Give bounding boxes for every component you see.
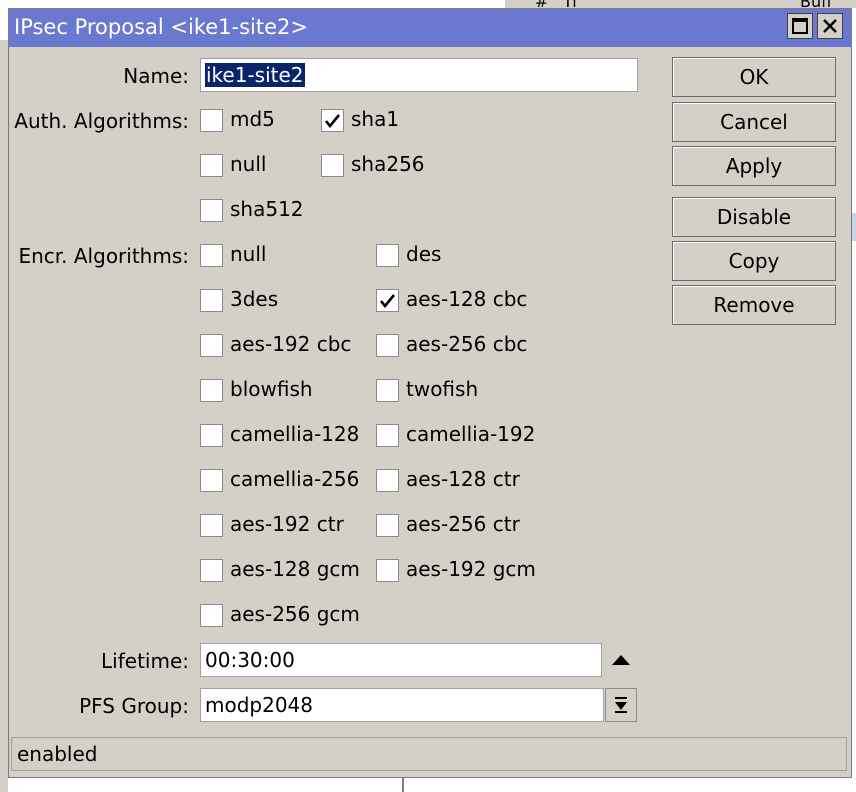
encr-checkbox[interactable] bbox=[376, 244, 399, 267]
checkmark-icon bbox=[379, 294, 396, 308]
encr-checkbox[interactable] bbox=[200, 379, 223, 402]
auth-option-label: null bbox=[230, 152, 267, 176]
auth-option-label: sha256 bbox=[351, 152, 425, 176]
maximize-button[interactable] bbox=[787, 13, 813, 39]
encr-option-label: des bbox=[406, 242, 442, 266]
encr-checkbox[interactable] bbox=[376, 289, 399, 312]
encr-option-label: camellia-192 bbox=[406, 422, 536, 446]
encr-algorithms-label: Encr. Algorithms: bbox=[18, 244, 189, 268]
status-bar: enabled bbox=[11, 737, 847, 771]
pfs-group-label: PFS Group: bbox=[79, 694, 189, 718]
encr-checkbox[interactable] bbox=[376, 559, 399, 582]
encr-option-label: aes-128 ctr bbox=[406, 467, 520, 491]
apply-button[interactable]: Apply bbox=[672, 146, 836, 186]
name-value: ike1-site2 bbox=[205, 63, 305, 87]
pfs-group-select[interactable]: modp2048 bbox=[200, 688, 604, 722]
collapse-up-icon bbox=[612, 655, 630, 665]
auth-checkbox[interactable] bbox=[200, 109, 223, 132]
lifetime-input[interactable]: 00:30:00 bbox=[200, 643, 602, 677]
copy-button[interactable]: Copy bbox=[672, 241, 836, 281]
encr-option-label: null bbox=[230, 242, 267, 266]
background-window-left bbox=[0, 40, 8, 792]
window-title: IPsec Proposal <ike1-site2> bbox=[14, 15, 308, 39]
auth-algorithms-label: Auth. Algorithms: bbox=[14, 109, 189, 133]
auth-option-label: md5 bbox=[230, 107, 275, 131]
encr-option-label: camellia-256 bbox=[230, 467, 360, 491]
encr-option-label: aes-128 gcm bbox=[230, 557, 360, 581]
name-input[interactable]: ike1-site2 bbox=[200, 58, 638, 92]
ipsec-proposal-dialog: IPsec Proposal <ike1-site2> Name: ike1-s… bbox=[8, 8, 852, 778]
remove-button[interactable]: Remove bbox=[672, 285, 836, 325]
background-divider bbox=[402, 778, 404, 792]
auth-checkbox[interactable] bbox=[200, 154, 223, 177]
auth-checkbox[interactable] bbox=[200, 199, 223, 222]
auth-checkbox[interactable] bbox=[321, 154, 344, 177]
disable-button[interactable]: Disable bbox=[672, 197, 836, 237]
encr-checkbox[interactable] bbox=[376, 424, 399, 447]
lifetime-collapse-button[interactable] bbox=[605, 643, 637, 677]
encr-checkbox[interactable] bbox=[376, 514, 399, 537]
encr-checkbox[interactable] bbox=[200, 424, 223, 447]
encr-checkbox[interactable] bbox=[200, 514, 223, 537]
name-label: Name: bbox=[123, 64, 189, 88]
encr-option-label: aes-256 cbc bbox=[406, 332, 528, 356]
encr-option-label: aes-192 ctr bbox=[230, 512, 344, 536]
dropdown-icon bbox=[615, 697, 627, 713]
cancel-button[interactable]: Cancel bbox=[672, 102, 836, 142]
auth-checkbox[interactable] bbox=[321, 109, 344, 132]
checkmark-icon bbox=[324, 114, 341, 128]
encr-checkbox[interactable] bbox=[200, 244, 223, 267]
auth-option-label: sha1 bbox=[351, 107, 400, 131]
encr-checkbox[interactable] bbox=[200, 469, 223, 492]
encr-checkbox[interactable] bbox=[200, 559, 223, 582]
encr-checkbox[interactable] bbox=[376, 469, 399, 492]
encr-checkbox[interactable] bbox=[200, 334, 223, 357]
encr-option-label: aes-192 gcm bbox=[406, 557, 536, 581]
encr-checkbox[interactable] bbox=[200, 289, 223, 312]
encr-option-label: aes-256 gcm bbox=[230, 602, 360, 626]
encr-option-label: aes-192 cbc bbox=[230, 332, 352, 356]
encr-checkbox[interactable] bbox=[376, 379, 399, 402]
title-bar[interactable]: IPsec Proposal <ike1-site2> bbox=[9, 9, 851, 47]
encr-option-label: camellia-128 bbox=[230, 422, 360, 446]
encr-option-label: 3des bbox=[230, 287, 279, 311]
auth-option-label: sha512 bbox=[230, 197, 304, 221]
encr-option-label: aes-256 ctr bbox=[406, 512, 520, 536]
encr-checkbox[interactable] bbox=[200, 604, 223, 627]
maximize-icon bbox=[792, 18, 808, 34]
close-icon bbox=[823, 19, 837, 33]
encr-option-label: blowfish bbox=[230, 377, 313, 401]
encr-option-label: twofish bbox=[406, 377, 479, 401]
lifetime-label: Lifetime: bbox=[101, 649, 189, 673]
encr-option-label: aes-128 cbc bbox=[406, 287, 528, 311]
background-row-highlight bbox=[852, 213, 856, 241]
ok-button[interactable]: OK bbox=[672, 57, 836, 97]
close-button[interactable] bbox=[817, 13, 843, 39]
pfs-group-dropdown-button[interactable] bbox=[605, 688, 637, 722]
encr-checkbox[interactable] bbox=[376, 334, 399, 357]
